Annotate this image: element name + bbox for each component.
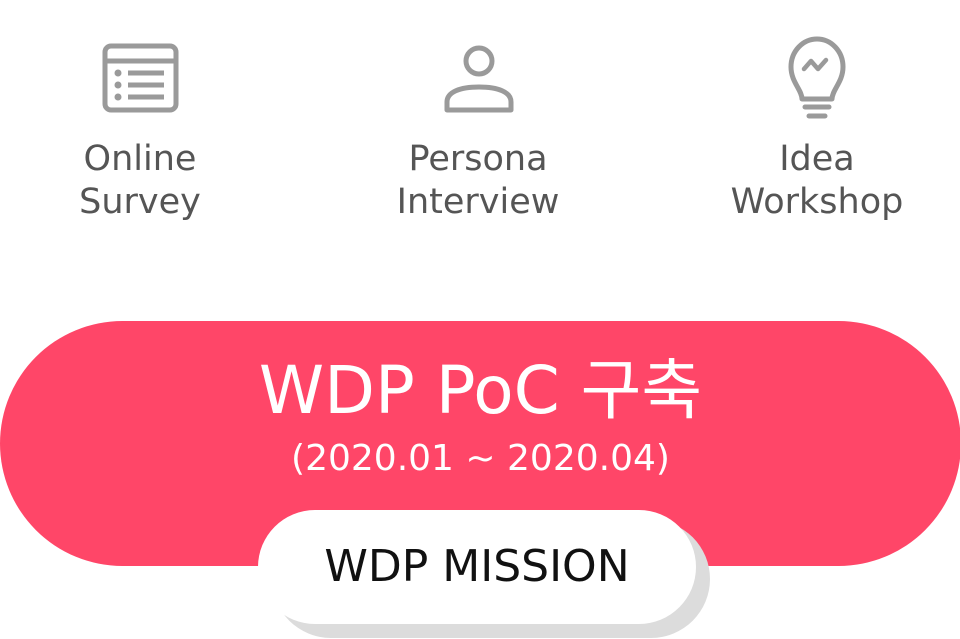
banner-title: WDP PoC 구축 <box>258 352 703 429</box>
method-label: Online Survey <box>20 138 260 224</box>
banner-period: (2020.01 ~ 2020.04) <box>291 438 670 479</box>
method-label-line1: Persona <box>408 139 548 179</box>
survey-list-icon <box>102 43 179 113</box>
method-idea-workshop: Idea Workshop <box>697 30 937 224</box>
method-label: Persona Interview <box>358 138 598 224</box>
method-label-line1: Idea <box>779 139 855 179</box>
method-online-survey: Online Survey <box>20 30 260 224</box>
method-label: Idea Workshop <box>697 138 937 224</box>
lightbulb-icon <box>788 36 846 119</box>
method-label-line1: Online <box>83 139 197 179</box>
method-persona-interview: Persona Interview <box>358 30 598 224</box>
person-icon <box>444 45 514 113</box>
mission-badge: WDP MISSION <box>258 510 696 624</box>
method-label-line2: Survey <box>79 182 201 222</box>
method-label-line2: Interview <box>396 182 560 222</box>
method-label-line2: Workshop <box>730 182 904 222</box>
